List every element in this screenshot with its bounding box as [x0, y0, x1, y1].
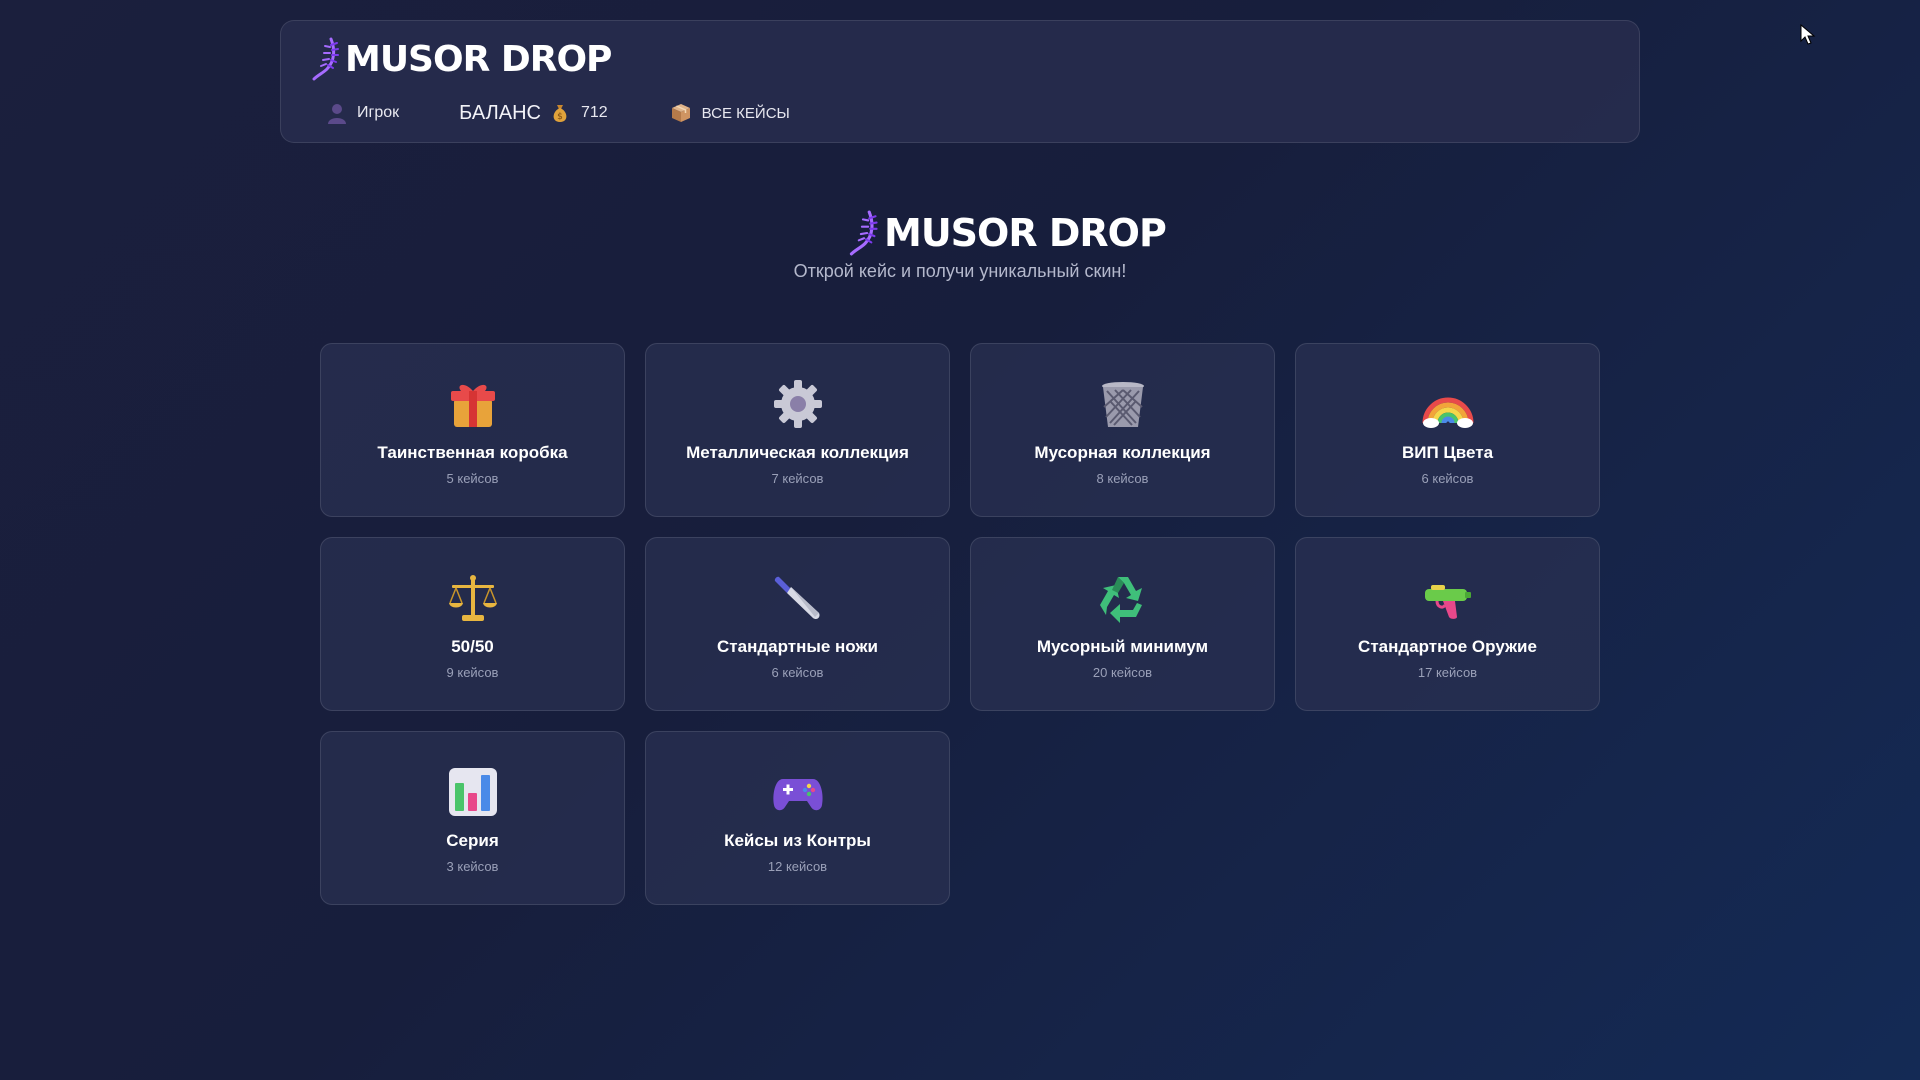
category-count: 8 кейсов [1096, 471, 1149, 486]
header-nav: Игрок БАЛАНС $ 712 ВСЕ КЕЙСЫ [327, 95, 790, 131]
hero-logo: MUSOR DROP [848, 210, 1167, 256]
category-title: Серия [446, 831, 499, 850]
category-count: 17 кейсов [1417, 665, 1478, 680]
wastebasket-icon [1101, 382, 1144, 427]
category-count: 12 кейсов [767, 859, 828, 874]
balance-display: БАЛАНС $ 712 [459, 102, 608, 125]
header-logo[interactable]: MUSOR DROP [311, 37, 612, 81]
svg-text:$: $ [557, 112, 563, 122]
category-count: 9 кейсов [446, 665, 499, 680]
category-title: Мусорный минимум [1036, 637, 1209, 656]
feather-logo-icon [312, 37, 339, 81]
category-count: 3 кейсов [446, 859, 499, 874]
user-silhouette-icon [328, 104, 346, 124]
top-header: MUSOR DROP Игрок БАЛАНС $ 712 ВСЕ КЕЙСЫ [280, 20, 1640, 143]
money-bag-icon: $ [553, 105, 567, 122]
balance-label: БАЛАНС [459, 101, 541, 124]
category-card-standard-weapons[interactable]: Стандартное Оружие 17 кейсов [1295, 537, 1600, 711]
feather-logo-icon [849, 210, 878, 256]
water-pistol-icon [1424, 585, 1471, 619]
knife-icon [774, 576, 820, 620]
case-category-grid: Таинственная коробка 5 кейсов Металличес… [320, 343, 1602, 905]
category-count: 6 кейсов [1421, 471, 1474, 486]
gift-icon [450, 384, 495, 427]
category-card-trash-minimum[interactable]: Мусорный минимум 20 кейсов [970, 537, 1275, 711]
category-title: 50/50 [451, 637, 494, 656]
category-title: ВИП Цвета [1401, 443, 1494, 462]
category-title: Кейсы из Контры [724, 831, 871, 850]
category-count: 7 кейсов [771, 471, 824, 486]
mouse-pointer-icon [1800, 24, 1816, 45]
category-title: Металлическая коллекция [686, 443, 909, 462]
category-card-fifty-fifty[interactable]: 50/50 9 кейсов [320, 537, 625, 711]
hero-title: MUSOR DROP [884, 211, 1167, 255]
category-count: 6 кейсов [771, 665, 824, 680]
category-card-series[interactable]: Серия 3 кейсов [320, 731, 625, 905]
hero-subtitle: Открой кейс и получи уникальный скин! [793, 261, 1127, 281]
category-title: Стандартное Оружие [1358, 637, 1537, 656]
balance-value: 712 [580, 104, 608, 121]
all-cases-link[interactable]: ВСЕ КЕЙСЫ [670, 102, 790, 124]
category-count: 5 кейсов [446, 471, 499, 486]
all-cases-label: ВСЕ КЕЙСЫ [701, 104, 790, 122]
category-card-metal-collection[interactable]: Металлическая коллекция 7 кейсов [645, 343, 950, 517]
category-title: Мусорная коллекция [1034, 443, 1211, 462]
category-card-vip-colors[interactable]: ВИП Цвета 6 кейсов [1295, 343, 1600, 517]
header-brand-name: MUSOR DROP [345, 38, 612, 80]
category-card-standard-knives[interactable]: Стандартные ножи 6 кейсов [645, 537, 950, 711]
balance-scale-icon [448, 575, 497, 621]
rainbow-icon [1422, 397, 1473, 428]
category-title: Стандартные ножи [717, 637, 878, 656]
recycle-icon [1099, 577, 1142, 623]
gear-icon [773, 380, 822, 428]
category-card-contra-cases[interactable]: Кейсы из Контры 12 кейсов [645, 731, 950, 905]
category-card-mystery-box[interactable]: Таинственная коробка 5 кейсов [320, 343, 625, 517]
gamepad-icon [772, 779, 823, 811]
package-box-icon [671, 104, 690, 122]
bar-chart-icon [448, 768, 497, 816]
category-count: 20 кейсов [1092, 665, 1153, 680]
category-title: Таинственная коробка [377, 443, 568, 462]
category-card-trash-collection[interactable]: Мусорная коллекция 8 кейсов [970, 343, 1275, 517]
user-name: Игрок [357, 104, 400, 121]
user-profile-link[interactable]: Игрок [327, 102, 399, 124]
